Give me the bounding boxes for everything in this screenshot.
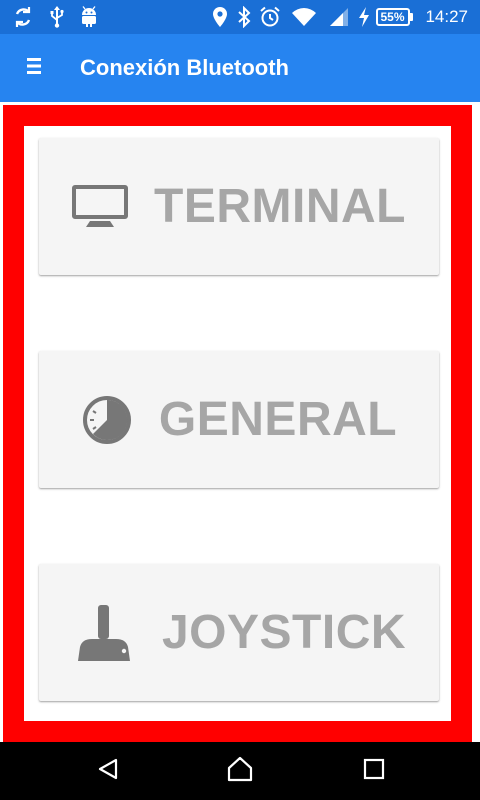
location-icon: [210, 5, 230, 29]
usb-icon: [46, 5, 68, 29]
home-icon: [226, 756, 254, 787]
general-label: GENERAL: [158, 393, 398, 446]
sync-icon: [10, 5, 36, 29]
joystick-button[interactable]: JOYSTICK: [39, 564, 439, 701]
clock-icon: [81, 394, 133, 446]
alarm-icon: [258, 5, 282, 29]
wifi-icon: [290, 5, 318, 29]
app-bar: Conexión Bluetooth: [0, 34, 480, 102]
terminal-label: TERMINAL: [154, 180, 406, 233]
battery-percent: 55%: [380, 10, 405, 24]
recents-button[interactable]: [356, 753, 392, 789]
general-button[interactable]: GENERAL: [39, 351, 439, 488]
back-icon: [96, 757, 120, 786]
battery-icon: 55%: [374, 5, 414, 29]
joystick-icon: [72, 603, 136, 663]
bluetooth-icon: [234, 5, 254, 29]
monitor-icon: [72, 184, 129, 229]
recents-icon: [363, 758, 385, 785]
joystick-label: JOYSTICK: [161, 606, 407, 659]
android-icon: [78, 5, 100, 29]
button-panel: TERMINAL GENERAL JOYSTICK: [24, 126, 451, 721]
signal-icon: [328, 5, 350, 29]
home-button[interactable]: [222, 753, 258, 789]
battery-level: 55%: [375, 8, 410, 26]
clock-time: 14:27: [425, 7, 468, 26]
status-bar: 55% 14:27: [0, 0, 480, 34]
content-frame: TERMINAL GENERAL JOYSTICK: [3, 105, 472, 742]
charging-icon: [356, 5, 372, 29]
menu-button[interactable]: [18, 52, 50, 84]
back-button[interactable]: [90, 753, 126, 789]
app-title: Conexión Bluetooth: [80, 55, 289, 80]
menu-icon: [27, 56, 41, 81]
terminal-button[interactable]: TERMINAL: [39, 138, 439, 275]
navigation-bar: [0, 742, 480, 800]
